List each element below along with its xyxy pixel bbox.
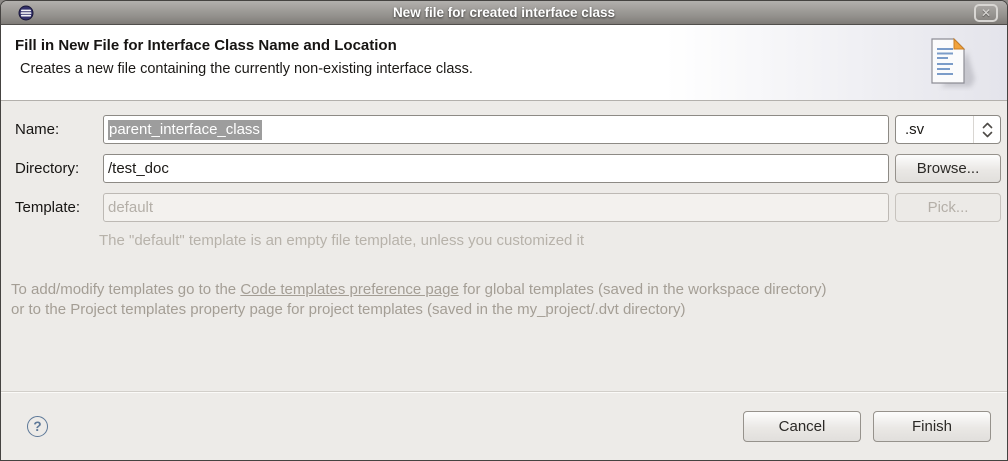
extension-value: .sv [905, 121, 925, 138]
chevron-up-icon [982, 122, 992, 128]
templates-note: To add/modify templates go to the Code t… [11, 280, 1001, 320]
close-icon[interactable]: ✕ [974, 4, 998, 22]
directory-row: Directory: /test_doc Browse... [15, 154, 1001, 183]
directory-input-text: /test_doc [108, 160, 169, 177]
header-subtitle: Creates a new file containing the curren… [20, 61, 473, 77]
note-text-after-link: for global templates (saved in the works… [458, 281, 827, 298]
help-icon[interactable]: ? [27, 415, 48, 437]
directory-label: Directory: [15, 160, 80, 177]
name-input[interactable]: parent_interface_class [103, 115, 889, 144]
finish-button[interactable]: Finish [873, 410, 991, 442]
header-title: Fill in New File for Interface Class Nam… [15, 37, 397, 54]
template-row: Template: default Pick... [15, 193, 1001, 222]
directory-input[interactable]: /test_doc [103, 154, 889, 183]
name-label: Name: [15, 121, 60, 138]
template-label: Template: [15, 199, 81, 216]
eclipse-window-icon[interactable] [18, 5, 34, 21]
browse-button[interactable]: Browse... [895, 154, 1001, 183]
chevron-down-icon [982, 131, 992, 137]
dialog-header: Fill in New File for Interface Class Nam… [1, 25, 1007, 101]
template-hint: The "default" template is an empty file … [99, 232, 585, 249]
cancel-button[interactable]: Cancel [743, 410, 861, 442]
window-title: New file for created interface class [392, 5, 616, 20]
button-bar: ? Cancel Finish [1, 391, 1007, 460]
new-file-icon [927, 37, 979, 96]
title-bar[interactable]: New file for created interface class ✕ [1, 1, 1007, 25]
templates-note-line1: To add/modify templates go to the Code t… [11, 280, 1001, 300]
note-text-before-link: To add/modify templates go to the [11, 281, 241, 298]
dialog-body: Name: parent_interface_class .sv Directo… [1, 101, 1007, 391]
template-input: default [103, 193, 889, 222]
name-row: Name: parent_interface_class .sv [15, 115, 1001, 144]
template-input-text: default [108, 199, 154, 216]
name-input-selected-text: parent_interface_class [108, 119, 262, 140]
code-templates-preference-link[interactable]: Code templates preference page [240, 281, 458, 298]
templates-note-line2: or to the Project templates property pag… [11, 301, 686, 318]
dialog-window: New file for created interface class ✕ F… [0, 0, 1008, 461]
spinner-buttons[interactable] [973, 116, 1000, 143]
pick-button: Pick... [895, 193, 1001, 222]
extension-spinner[interactable]: .sv [895, 115, 1001, 144]
